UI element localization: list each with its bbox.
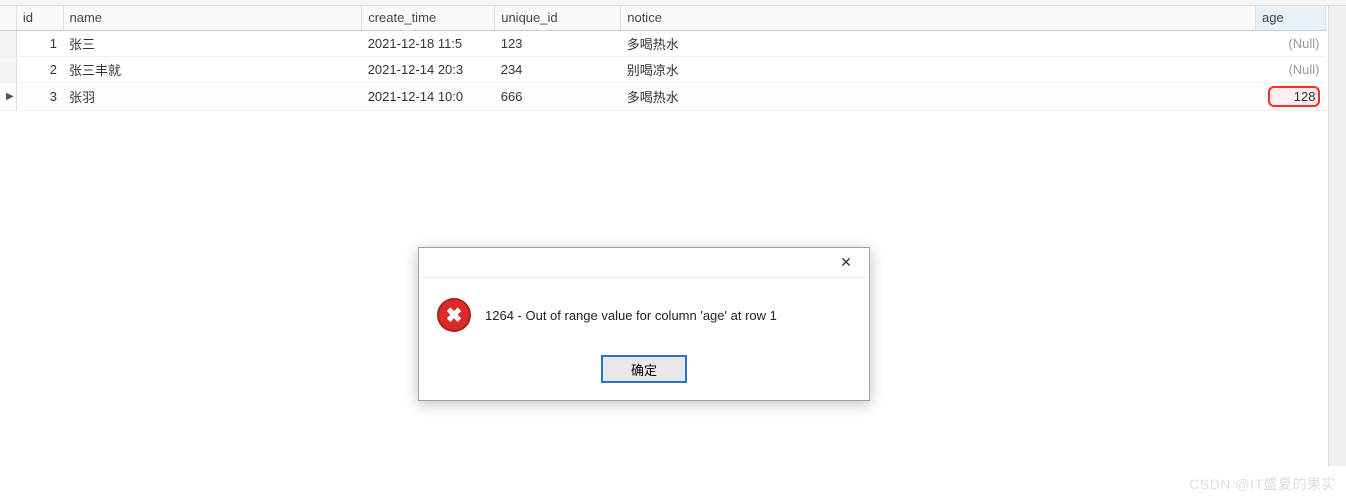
- watermark: CSDN @IT盛夏的果实: [1189, 474, 1336, 494]
- cell-notice[interactable]: 别喝凉水: [621, 56, 1256, 82]
- ok-button[interactable]: 确定: [602, 356, 686, 382]
- row-marker: [0, 56, 16, 82]
- cell-name[interactable]: 张羽: [63, 82, 362, 110]
- vertical-scrollbar[interactable]: [1328, 6, 1346, 466]
- cell-notice[interactable]: 多喝热水: [621, 82, 1256, 110]
- cell-create-time[interactable]: 2021-12-14 10:0: [362, 82, 495, 110]
- dialog-body: ✖ 1264 - Out of range value for column '…: [419, 278, 869, 356]
- cell-create-time[interactable]: 2021-12-18 11:5: [362, 30, 495, 56]
- cell-unique-id[interactable]: 666: [495, 82, 621, 110]
- error-icon: ✖: [437, 298, 471, 332]
- cell-unique-id[interactable]: 234: [495, 56, 621, 82]
- table-row[interactable]: 2张三丰就2021-12-14 20:3234别喝凉水 (Null): [0, 56, 1326, 82]
- table-row[interactable]: ▶3张羽2021-12-14 10:0666多喝热水 128: [0, 82, 1326, 110]
- cell-id[interactable]: 2: [16, 56, 63, 82]
- cell-unique-id[interactable]: 123: [495, 30, 621, 56]
- cell-id[interactable]: 3: [16, 82, 63, 110]
- data-grid: id name create_time unique_id notice age…: [0, 6, 1326, 111]
- cell-age[interactable]: (Null): [1255, 30, 1325, 56]
- col-name-head[interactable]: name: [63, 6, 362, 30]
- close-button[interactable]: ✕: [831, 252, 861, 274]
- error-glyph: ✖: [446, 303, 463, 328]
- row-marker: [0, 30, 16, 56]
- cell-age[interactable]: 128: [1255, 82, 1325, 110]
- cell-id[interactable]: 1: [16, 30, 63, 56]
- dialog-titlebar: ✕: [419, 248, 869, 278]
- row-marker: ▶: [0, 82, 16, 110]
- cell-name[interactable]: 张三: [63, 30, 362, 56]
- age-value: (Null): [1288, 62, 1319, 77]
- cell-name[interactable]: 张三丰就: [63, 56, 362, 82]
- cell-notice[interactable]: 多喝热水: [621, 30, 1256, 56]
- cell-age[interactable]: (Null): [1255, 56, 1325, 82]
- header-row: id name create_time unique_id notice age: [0, 6, 1326, 30]
- age-highlight: 128: [1268, 86, 1320, 107]
- col-age-head[interactable]: age: [1255, 6, 1325, 30]
- col-notice-head[interactable]: notice: [621, 6, 1256, 30]
- col-marker-head[interactable]: [0, 6, 16, 30]
- dialog-actions: 确定: [419, 356, 869, 400]
- col-unique-id-head[interactable]: unique_id: [495, 6, 621, 30]
- close-icon: ✕: [840, 254, 852, 271]
- col-id-head[interactable]: id: [16, 6, 63, 30]
- table-row[interactable]: 1张三2021-12-18 11:5123多喝热水 (Null): [0, 30, 1326, 56]
- age-value: (Null): [1288, 36, 1319, 51]
- col-create-time-head[interactable]: create_time: [362, 6, 495, 30]
- cell-create-time[interactable]: 2021-12-14 20:3: [362, 56, 495, 82]
- error-dialog: ✕ ✖ 1264 - Out of range value for column…: [418, 247, 870, 401]
- dialog-message: 1264 - Out of range value for column 'ag…: [485, 308, 777, 323]
